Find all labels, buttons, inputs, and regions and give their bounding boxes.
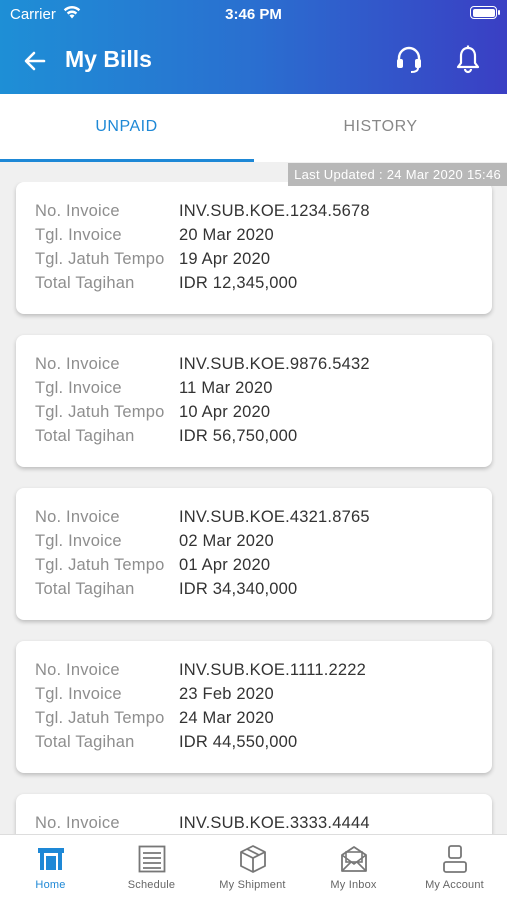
headset-icon[interactable] — [394, 44, 424, 74]
invoice-date-label: Tgl. Invoice — [35, 685, 122, 703]
app-header: Carrier 3:46 PM My Bills — [0, 0, 507, 94]
invoice-no-label: No. Invoice — [35, 202, 120, 220]
invoice-date-label: Tgl. Invoice — [35, 226, 122, 244]
last-updated-badge: Last Updated : 24 Mar 2020 15:46 — [288, 163, 507, 186]
inbox-icon — [341, 846, 367, 872]
due-date-label: Tgl. Jatuh Tempo — [35, 709, 165, 727]
total-label: Total Tagihan — [35, 274, 135, 292]
status-time: 3:46 PM — [225, 6, 282, 23]
bill-card[interactable]: No. Invoice INV.SUB.KOE.4321.8765 Tgl. In… — [16, 488, 492, 620]
total-label: Total Tagihan — [35, 733, 135, 751]
nav-schedule[interactable]: Schedule — [101, 835, 202, 900]
invoice-date-value: 23 Feb 2020 — [179, 685, 274, 703]
total-value: IDR 34,340,000 — [179, 580, 298, 598]
invoice-date-value: 02 Mar 2020 — [179, 532, 274, 550]
tab-history[interactable]: HISTORY — [254, 94, 507, 162]
nav-my-shipment-label: My Shipment — [219, 879, 286, 891]
tab-unpaid[interactable]: UNPAID — [0, 94, 253, 162]
back-arrow-icon[interactable] — [22, 48, 48, 74]
nav-bar: My Bills — [0, 28, 507, 94]
bill-card[interactable]: No. Invoice INV.SUB.KOE.3333.4444 — [16, 794, 492, 834]
due-date-value: 01 Apr 2020 — [179, 556, 271, 574]
nav-my-shipment[interactable]: My Shipment — [202, 835, 303, 900]
total-label: Total Tagihan — [35, 427, 135, 445]
shipment-box-icon — [240, 845, 266, 873]
invoice-no-label: No. Invoice — [35, 508, 120, 526]
schedule-icon — [138, 845, 166, 873]
nav-my-inbox-label: My Inbox — [330, 879, 377, 891]
invoice-date-label: Tgl. Invoice — [35, 379, 122, 397]
invoice-no-value: INV.SUB.KOE.3333.4444 — [179, 814, 370, 832]
total-value: IDR 56,750,000 — [179, 427, 298, 445]
due-date-value: 10 Apr 2020 — [179, 403, 271, 421]
nav-my-inbox[interactable]: My Inbox — [303, 835, 404, 900]
bottom-nav: Home Schedule My Shipment My Inbox My Ac… — [0, 834, 507, 900]
nav-home-label: Home — [35, 879, 66, 891]
due-date-label: Tgl. Jatuh Tempo — [35, 250, 165, 268]
invoice-no-value: INV.SUB.KOE.1234.5678 — [179, 202, 370, 220]
invoice-no-label: No. Invoice — [35, 355, 120, 373]
invoice-no-value: INV.SUB.KOE.1111.2222 — [179, 661, 367, 679]
total-label: Total Tagihan — [35, 580, 135, 598]
nav-schedule-label: Schedule — [127, 879, 176, 891]
invoice-date-label: Tgl. Invoice — [35, 532, 122, 550]
home-icon — [38, 848, 64, 870]
page-title: My Bills — [65, 46, 152, 72]
nav-my-account-label: My Account — [425, 879, 484, 891]
bill-tabs: UNPAID HISTORY — [0, 94, 507, 162]
invoice-no-value: INV.SUB.KOE.4321.8765 — [179, 508, 370, 526]
total-value: IDR 12,345,000 — [179, 274, 298, 292]
invoice-no-value: INV.SUB.KOE.9876.5432 — [179, 355, 370, 373]
bill-card[interactable]: No. Invoice INV.SUB.KOE.1111.2222 Tgl. In… — [16, 641, 492, 773]
bill-card[interactable]: No. Invoice INV.SUB.KOE.9876.5432 Tgl. In… — [16, 335, 492, 467]
nav-my-account[interactable]: My Account — [404, 835, 505, 900]
due-date-value: 19 Apr 2020 — [179, 250, 271, 268]
total-value: IDR 44,550,000 — [179, 733, 298, 751]
nav-home[interactable]: Home — [0, 835, 101, 900]
active-tab-indicator — [0, 159, 254, 162]
invoice-date-value: 20 Mar 2020 — [179, 226, 274, 244]
bell-icon[interactable] — [454, 44, 482, 74]
invoice-date-value: 11 Mar 2020 — [179, 379, 273, 397]
bill-card[interactable]: No. Invoice INV.SUB.KOE.1234.5678 Tgl. In… — [16, 182, 492, 314]
account-icon — [443, 845, 467, 873]
invoice-no-label: No. Invoice — [35, 814, 120, 832]
due-date-value: 24 Mar 2020 — [179, 709, 274, 727]
due-date-label: Tgl. Jatuh Tempo — [35, 403, 165, 421]
battery-icon — [470, 6, 500, 19]
invoice-no-label: No. Invoice — [35, 661, 120, 679]
due-date-label: Tgl. Jatuh Tempo — [35, 556, 165, 574]
bill-list[interactable]: No. Invoice INV.SUB.KOE.1234.5678 Tgl. In… — [0, 182, 507, 834]
status-bar: Carrier 3:46 PM — [0, 0, 507, 28]
